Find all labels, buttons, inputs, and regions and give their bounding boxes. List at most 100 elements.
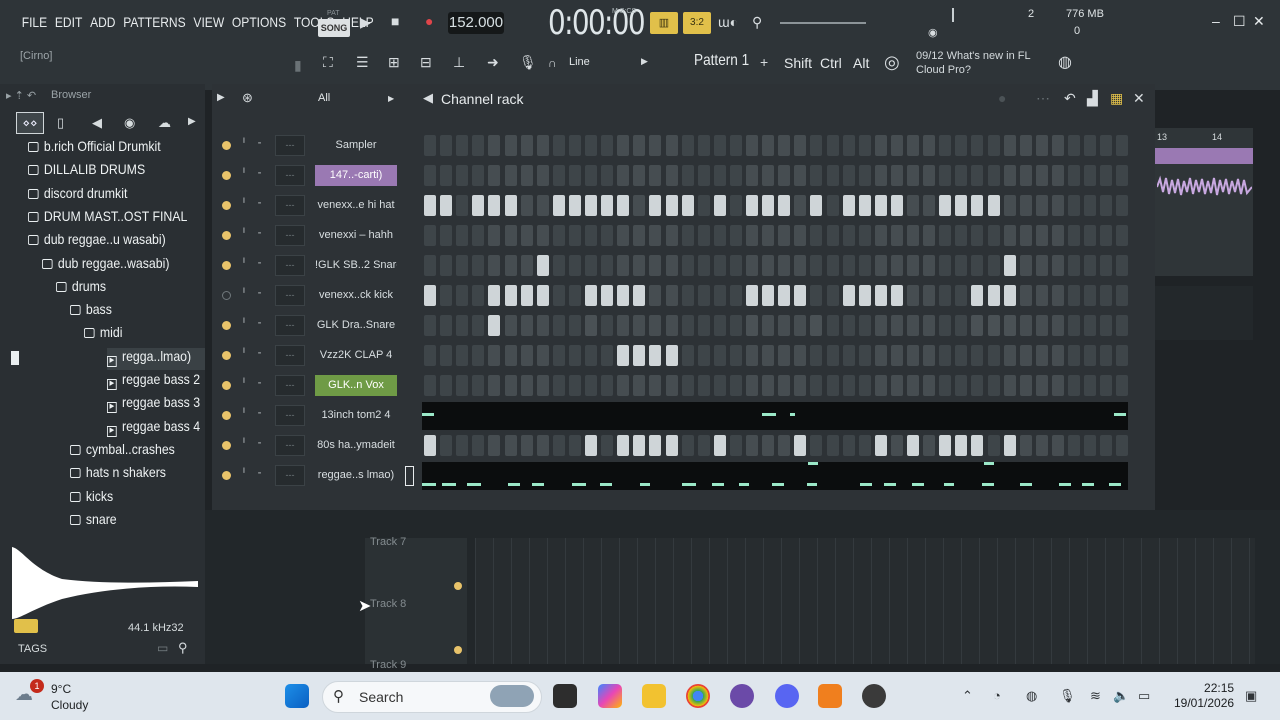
step-button[interactable] <box>794 195 807 216</box>
step-button[interactable] <box>472 435 485 456</box>
step-button[interactable] <box>649 435 662 456</box>
step-button[interactable] <box>810 315 823 336</box>
step-button[interactable] <box>472 345 485 366</box>
volume-knob[interactable]: ╴ <box>256 408 266 420</box>
mixer-track-selector[interactable]: --- <box>275 255 305 276</box>
step-button[interactable] <box>762 135 775 156</box>
step-button[interactable] <box>1116 345 1129 366</box>
browser-item[interactable]: kicks <box>70 488 113 510</box>
chrome-icon[interactable] <box>686 684 710 708</box>
step-button[interactable] <box>568 375 581 396</box>
step-button[interactable] <box>955 255 968 276</box>
step-button[interactable] <box>971 375 984 396</box>
step-button[interactable] <box>1084 165 1097 186</box>
tabs-more-icon[interactable]: ▶ <box>188 116 196 127</box>
step-button[interactable] <box>1051 165 1064 186</box>
volume-knob[interactable]: ╴ <box>256 378 266 390</box>
step-button[interactable] <box>520 435 533 456</box>
step-button[interactable] <box>1084 375 1097 396</box>
step-button[interactable] <box>585 195 597 216</box>
step-button[interactable] <box>552 165 565 186</box>
tray-chevron-icon[interactable]: ⌃ <box>962 688 973 704</box>
folder-icon[interactable]: ▭ <box>157 641 168 655</box>
step-button[interactable] <box>1035 225 1048 246</box>
step-button[interactable] <box>842 135 855 156</box>
step-button[interactable] <box>552 375 565 396</box>
stop-icon[interactable]: ■ <box>391 13 399 29</box>
step-button[interactable] <box>424 435 436 456</box>
browser-item[interactable]: dub reggae..u wasabi) <box>28 231 166 253</box>
step-button[interactable] <box>890 165 903 186</box>
step-button[interactable] <box>681 345 694 366</box>
tempo-display[interactable]: 152.000 <box>448 12 504 34</box>
step-button[interactable] <box>488 135 501 156</box>
step-button[interactable] <box>504 195 517 216</box>
menu-file[interactable]: FILE <box>20 14 49 30</box>
step-button[interactable] <box>1019 375 1032 396</box>
menu-view[interactable]: VIEW <box>192 14 226 30</box>
swing-icon[interactable]: ⊛ <box>242 90 253 106</box>
step-button[interactable] <box>971 225 984 246</box>
step-button[interactable] <box>955 195 968 216</box>
step-button[interactable] <box>488 225 501 246</box>
step-button[interactable] <box>746 255 758 276</box>
step-button[interactable] <box>1068 255 1080 276</box>
step-button[interactable] <box>713 315 726 336</box>
step-button[interactable] <box>907 165 919 186</box>
step-button[interactable] <box>1100 255 1113 276</box>
step-button[interactable] <box>665 315 678 336</box>
step-button[interactable] <box>520 285 533 306</box>
step-button[interactable] <box>987 195 1000 216</box>
close-rack-icon[interactable]: ✕ <box>1133 90 1145 107</box>
step-button[interactable] <box>488 255 501 276</box>
step-button[interactable] <box>1100 315 1113 336</box>
step-button[interactable] <box>762 315 775 336</box>
step-button[interactable] <box>762 435 775 456</box>
step-button[interactable] <box>1051 225 1064 246</box>
step-button[interactable] <box>955 225 968 246</box>
battery-icon[interactable]: ▭ <box>1138 688 1150 704</box>
step-button[interactable] <box>778 285 791 306</box>
step-button[interactable] <box>617 315 630 336</box>
step-button[interactable] <box>1051 435 1064 456</box>
step-button[interactable] <box>923 255 936 276</box>
step-button[interactable] <box>617 255 630 276</box>
step-button[interactable] <box>1051 285 1064 306</box>
step-button[interactable] <box>504 375 517 396</box>
step-button[interactable] <box>1100 165 1113 186</box>
step-button[interactable] <box>826 435 839 456</box>
step-button[interactable] <box>440 195 453 216</box>
step-button[interactable] <box>665 165 678 186</box>
step-button[interactable] <box>939 225 952 246</box>
step-button[interactable] <box>697 195 710 216</box>
maximize-icon[interactable]: ☐ <box>1233 13 1246 30</box>
step-button[interactable] <box>472 225 485 246</box>
step-button[interactable] <box>488 375 501 396</box>
step-button[interactable] <box>1003 375 1016 396</box>
step-button[interactable] <box>440 225 453 246</box>
step-button[interactable] <box>955 435 968 456</box>
volume-icon[interactable]: 🔈 <box>1113 688 1129 704</box>
step-button[interactable] <box>1035 195 1048 216</box>
step-button[interactable] <box>810 435 823 456</box>
step-button[interactable] <box>456 225 469 246</box>
step-button[interactable] <box>424 315 436 336</box>
step-button[interactable] <box>762 285 775 306</box>
step-button[interactable] <box>1100 345 1113 366</box>
step-button[interactable] <box>601 345 614 366</box>
step-button[interactable] <box>729 315 742 336</box>
step-button[interactable] <box>826 255 839 276</box>
step-button[interactable] <box>810 135 823 156</box>
step-button[interactable] <box>568 165 581 186</box>
step-button[interactable] <box>552 225 565 246</box>
step-button[interactable] <box>456 315 469 336</box>
discord-icon[interactable] <box>775 684 799 708</box>
channel-name-button[interactable]: Vzz2K CLAP 4 <box>315 345 397 366</box>
pan-knob[interactable]: ╵ <box>239 138 249 150</box>
step-button[interactable] <box>633 225 646 246</box>
step-button[interactable] <box>424 135 436 156</box>
step-button[interactable] <box>585 255 597 276</box>
step-button[interactable] <box>681 285 694 306</box>
channel-mute-led[interactable] <box>222 171 231 180</box>
step-button[interactable] <box>874 375 887 396</box>
